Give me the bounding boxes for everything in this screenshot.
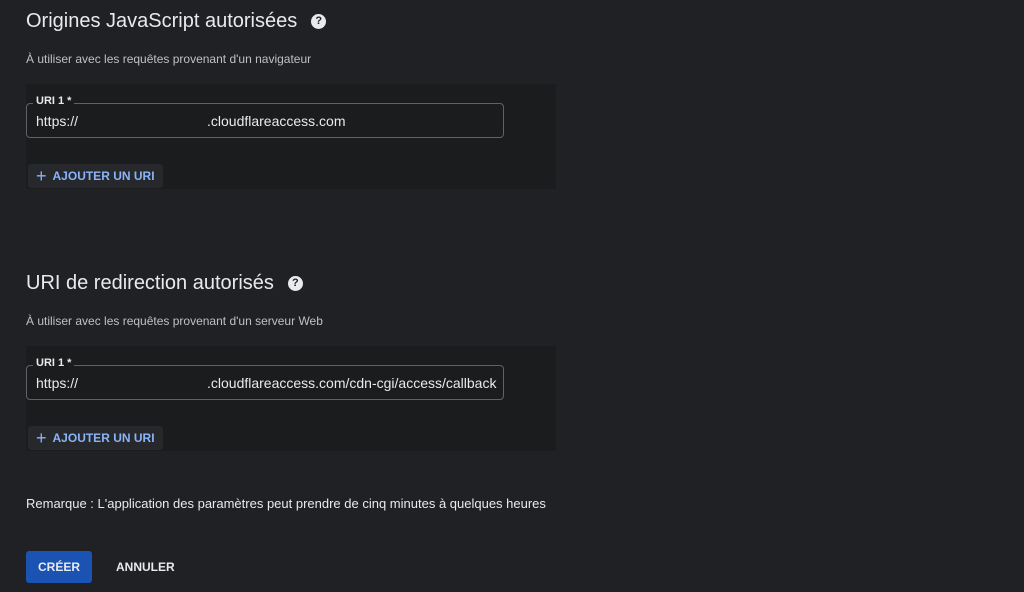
uri-field-label: URI 1 * — [33, 95, 75, 107]
uri-scheme-text: https:// — [36, 113, 79, 129]
add-uri-label: AJOUTER UN URI — [52, 431, 155, 445]
js-origins-heading: Origines JavaScript autorisées ? — [26, 10, 327, 33]
plus-icon: + — [36, 166, 47, 186]
js-origins-panel: URI 1 * https:// .cloudflareaccess.com +… — [26, 84, 556, 189]
add-uri-label: AJOUTER UN URI — [52, 169, 155, 183]
redirect-uris-subtitle: À utiliser avec les requêtes provenant d… — [26, 314, 323, 328]
uri-scheme-text: https:// — [36, 375, 79, 391]
cancel-button-label: ANNULER — [116, 560, 175, 574]
redirect-uris-heading: URI de redirection autorisés ? — [26, 272, 303, 295]
redirect-uri-field[interactable]: URI 1 * https:// .cloudflareaccess.com/c… — [26, 357, 504, 400]
plus-icon: + — [36, 428, 47, 448]
settings-delay-note: Remarque : L'application des paramètres … — [26, 496, 546, 511]
js-origins-subtitle: À utiliser avec les requêtes provenant d… — [26, 52, 312, 66]
js-origin-uri-field[interactable]: URI 1 * https:// .cloudflareaccess.com — [26, 95, 504, 138]
cancel-button[interactable]: ANNULER — [108, 551, 183, 583]
add-js-origin-uri-button[interactable]: + AJOUTER UN URI — [28, 164, 163, 188]
oauth-client-form: Origines JavaScript autorisées ? À utili… — [0, 0, 1024, 592]
redirect-uris-panel: URI 1 * https:// .cloudflareaccess.com/c… — [26, 346, 556, 451]
uri-domain-text: .cloudflareaccess.com — [207, 113, 346, 129]
add-redirect-uri-button[interactable]: + AJOUTER UN URI — [28, 426, 163, 450]
uri-field-label: URI 1 * — [33, 357, 75, 369]
help-icon[interactable]: ? — [311, 14, 327, 29]
redirect-uris-title: URI de redirection autorisés — [26, 272, 274, 294]
js-origins-title: Origines JavaScript autorisées — [26, 10, 298, 32]
create-button-label: CRÉER — [37, 560, 80, 574]
create-button[interactable]: CRÉER — [26, 551, 92, 583]
help-icon[interactable]: ? — [287, 276, 303, 291]
uri-domain-text: .cloudflareaccess.com/cdn-cgi/access/cal… — [207, 375, 497, 391]
